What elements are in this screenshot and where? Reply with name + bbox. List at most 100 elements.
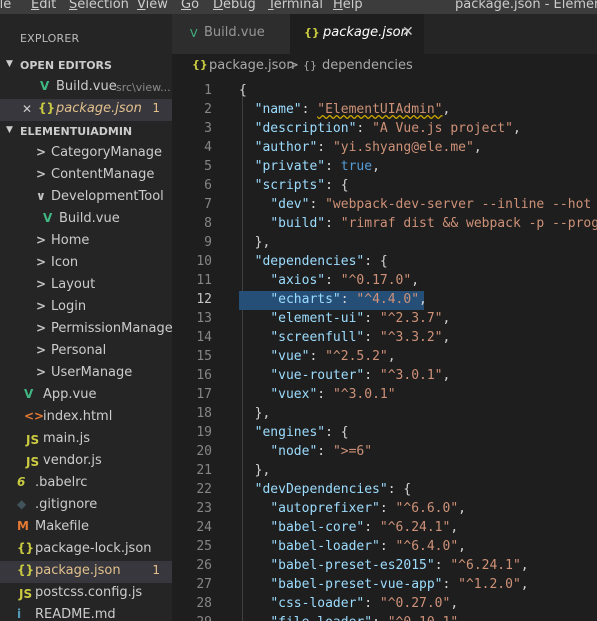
code-token: : [442, 577, 459, 592]
code-line[interactable]: 29 "file-loader": "^0.10.1", [172, 614, 597, 621]
code-token: "rimraf dist && webpack -p --progr [340, 216, 597, 231]
code-line[interactable]: 21 }, [172, 462, 597, 481]
code-token: : [301, 102, 318, 117]
line-number: 1 [204, 83, 212, 98]
code-line[interactable]: 2 "name": "ElementUIAdmin", [172, 101, 597, 120]
menu-item[interactable]: Edit [31, 0, 56, 12]
menu-item[interactable]: View [137, 0, 168, 12]
file-label: postcss.config.js [35, 585, 143, 600]
breadcrumb-file[interactable]: package.json [209, 58, 295, 73]
code-line[interactable]: 14 "screenfull": "^3.3.2", [172, 329, 597, 348]
code-line[interactable]: 7 "dev": "webpack-dev-server --inline --… [172, 196, 597, 215]
folder-usermanage[interactable]: > UserManage [0, 363, 172, 385]
file-index-html[interactable]: <> index.html [0, 407, 172, 429]
file-gitignore[interactable]: ◆ .gitignore [0, 495, 172, 517]
folder-permissionmanage[interactable]: > PermissionManage [0, 319, 172, 341]
folder-login[interactable]: > Login [0, 297, 172, 319]
close-icon[interactable]: ✕ [402, 24, 414, 40]
editor-area: V Build.vue {} package.json ✕ {} package… [172, 14, 597, 621]
file-makefile[interactable]: M Makefile [0, 517, 172, 539]
close-icon[interactable]: ✕ [22, 102, 32, 116]
code-line[interactable]: 11 "axios": "^0.17.0", [172, 272, 597, 291]
line-source: "babel-core": "^6.24.1", [239, 520, 458, 535]
file-postcss-config-js[interactable]: JS postcss.config.js [0, 583, 172, 605]
folder-categorymanage[interactable]: > CategoryManage [0, 143, 172, 165]
folder-contentmanage[interactable]: > ContentManage [0, 165, 172, 187]
menu-item[interactable]: Selection [69, 0, 129, 12]
file-label: App.vue [43, 387, 97, 402]
code-line[interactable]: 4 "author": "yi.shyang@ele.me", [172, 139, 597, 158]
folder-developmenttool[interactable]: ∨ DevelopmentTool [0, 187, 172, 209]
file-label: .babelrc [35, 475, 88, 490]
code-line[interactable]: 15 "vue": "^2.5.2", [172, 348, 597, 367]
breadcrumb-symbol[interactable]: dependencies [322, 58, 413, 73]
file-app-vue[interactable]: V App.vue [0, 385, 172, 407]
js-file-icon: JS [26, 455, 40, 469]
menu-item[interactable]: Help [333, 0, 363, 12]
file-readme-md[interactable]: i README.md [0, 605, 172, 621]
code-token: : [379, 539, 396, 554]
code-line[interactable]: 3 "description": "A Vue.js project", [172, 120, 597, 139]
folder-home[interactable]: > Home [0, 231, 172, 253]
file-package-lock-json[interactable]: {} package-lock.json [0, 539, 172, 561]
line-number: 6 [204, 178, 212, 193]
code-line[interactable]: 5 "private": true, [172, 158, 597, 177]
project-section[interactable]: ▼ ELEMENTUIADMIN [0, 121, 172, 143]
open-editors-section[interactable]: ▼ OPEN EDITORS [0, 55, 172, 77]
code-line[interactable]: 23 "autoprefixer": "^6.6.0", [172, 500, 597, 519]
code-line[interactable]: 18 }, [172, 405, 597, 424]
code-line[interactable]: 22 "devDependencies": { [172, 481, 597, 500]
code-token: true [340, 159, 373, 174]
babel-file-icon: 6 [17, 475, 26, 489]
line-source: "screenfull": "^3.3.2", [239, 330, 450, 345]
code-token: "^0.17.0" [340, 273, 412, 288]
code-token: }, [239, 235, 271, 250]
explorer-header: EXPLORER [20, 32, 80, 45]
open-editor-build-vue[interactable]: V Build.vue src\view... [0, 77, 172, 99]
file-build-vue[interactable]: V Build.vue [0, 209, 172, 231]
menu-item[interactable]: ile [0, 0, 11, 12]
file-vendor-js[interactable]: JS vendor.js [0, 451, 172, 473]
code-line[interactable]: 8 "build": "rimraf dist && webpack -p --… [172, 215, 597, 234]
code-token: , [450, 520, 459, 535]
code-line[interactable]: 20 "node": ">=6" [172, 443, 597, 462]
open-editor-package-json[interactable]: ✕ {} package.json 1 [0, 99, 172, 121]
code-line[interactable]: 28 "css-loader": "^0.27.0", [172, 595, 597, 614]
file-main-js[interactable]: JS main.js [0, 429, 172, 451]
line-number: 8 [204, 216, 212, 231]
vue-file-icon: V [40, 79, 50, 93]
tab-build-vue[interactable]: V Build.vue [172, 14, 290, 54]
folder-layout[interactable]: > Layout [0, 275, 172, 297]
code-line[interactable]: 10 "dependencies": { [172, 253, 597, 272]
breadcrumb: {} package.json > {} dependencies [172, 54, 597, 76]
code-line[interactable]: 25 "babel-loader": "^6.4.0", [172, 538, 597, 557]
code-line[interactable]: 13 "element-ui": "^2.3.7", [172, 310, 597, 329]
line-source: "axios": "^0.17.0", [239, 273, 419, 288]
tab-package-json[interactable]: {} package.json ✕ [290, 14, 424, 54]
code-token: , [520, 577, 529, 592]
file-babelrc[interactable]: 6 .babelrc [0, 473, 172, 495]
code-line[interactable]: 12 "echarts": "^4.4.0", [172, 291, 597, 310]
code-line[interactable]: 19 "engines": { [172, 424, 597, 443]
code-line[interactable]: 16 "vue-router": "^3.0.1", [172, 367, 597, 386]
chevron-down-icon: ▼ [6, 125, 13, 135]
code-line[interactable]: 9 }, [172, 234, 597, 253]
menu-item[interactable]: Debug [213, 0, 256, 12]
file-package-json[interactable]: {} package.json 1 [0, 561, 172, 583]
code-editor[interactable]: 1{2 "name": "ElementUIAdmin", 3 "descript… [172, 76, 597, 621]
code-token: : [434, 558, 451, 573]
code-token: "webpack-dev-server --inline --hot - [325, 197, 597, 212]
code-line[interactable]: 27 "babel-preset-vue-app": "^1.2.0", [172, 576, 597, 595]
code-line[interactable]: 24 "babel-core": "^6.24.1", [172, 519, 597, 538]
folder-personal[interactable]: > Personal [0, 341, 172, 363]
menu-item[interactable]: Terminal [268, 0, 323, 12]
code-line[interactable]: 17 "vuex": "^3.0.1" [172, 386, 597, 405]
code-line[interactable]: 6 "scripts": { [172, 177, 597, 196]
menu-item[interactable]: Go [181, 0, 199, 12]
code-line[interactable]: 26 "babel-preset-es2015": "^6.24.1", [172, 557, 597, 576]
folder-icon[interactable]: > Icon [0, 253, 172, 275]
code-line[interactable]: 1{ [172, 82, 597, 101]
